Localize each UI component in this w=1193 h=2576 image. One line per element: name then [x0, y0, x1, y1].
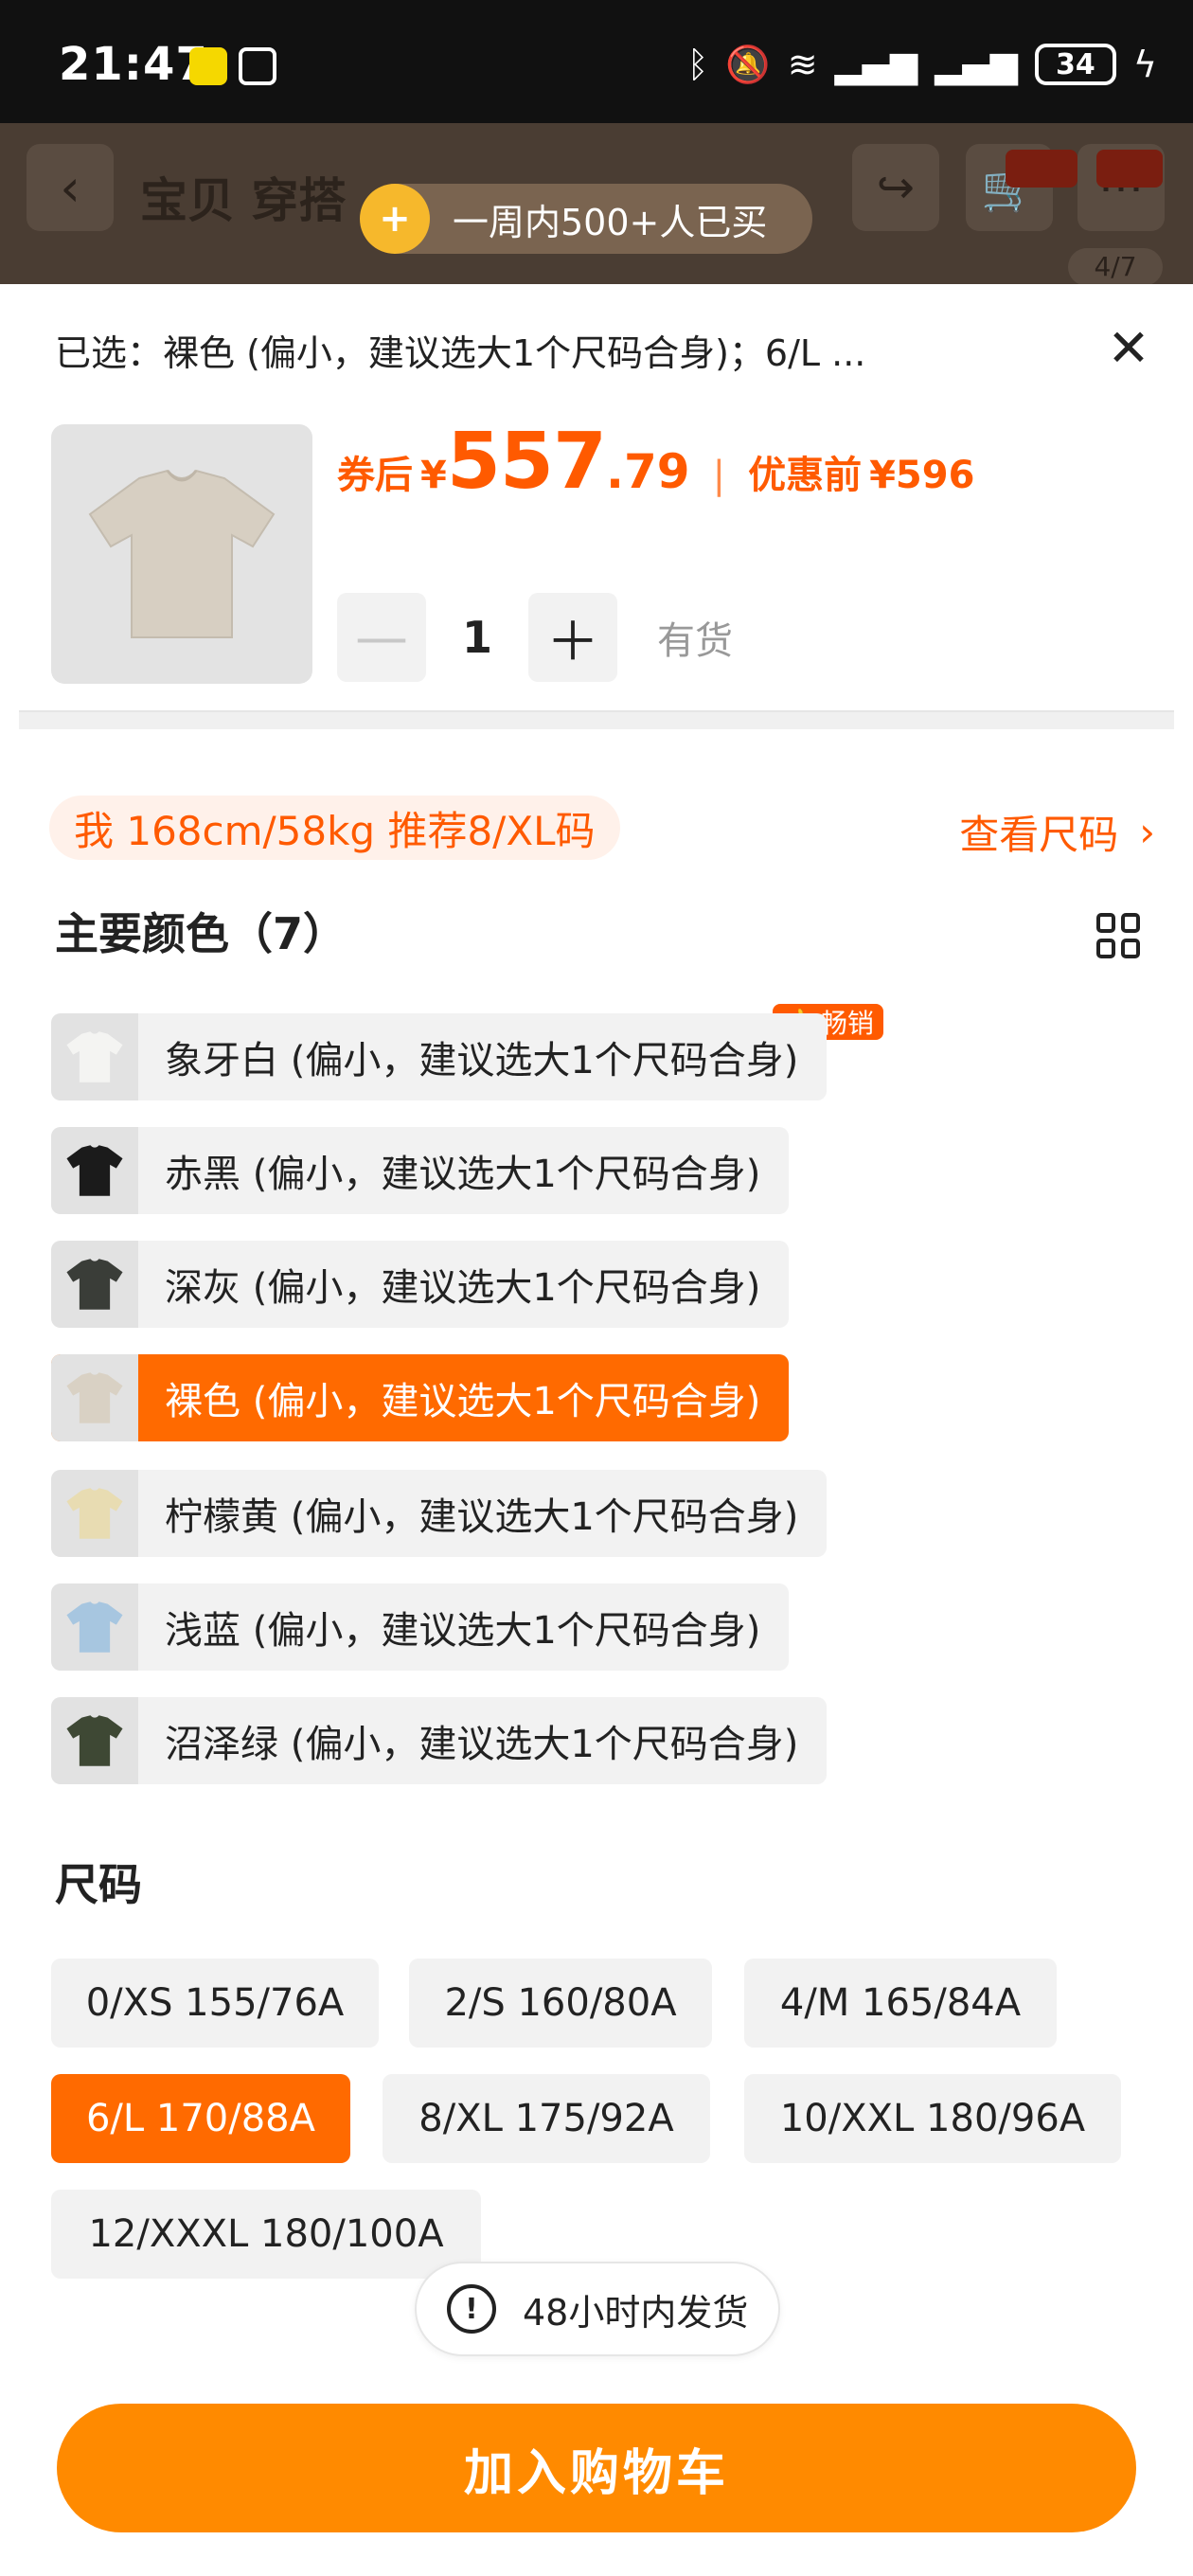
after-coupon-label: 券后 — [337, 454, 413, 497]
social-proof-text: 一周内500+人已买 — [453, 201, 768, 243]
page-tabs[interactable]: 宝贝 穿搭 — [140, 163, 346, 231]
info-icon: ! — [447, 2284, 496, 2334]
color-swatch — [51, 1354, 138, 1441]
back-button[interactable]: ‹ — [27, 144, 114, 231]
colors-section-title: 主要颜色（7） — [55, 908, 347, 959]
color-swatch — [51, 1583, 138, 1671]
color-option[interactable]: 深灰 (偏小，建议选大1个尺码合身) — [51, 1241, 790, 1328]
color-swatch — [51, 1127, 138, 1214]
price-row: 券后 ¥ 557 .79 | 优惠前 ¥596 — [337, 417, 974, 507]
color-option[interactable]: 象牙白 (偏小，建议选大1个尺码合身) — [51, 1013, 828, 1100]
add-to-cart-button[interactable]: 加入购物车 — [57, 2404, 1136, 2532]
nfc-icon — [239, 47, 276, 85]
price-decimal: .79 — [606, 444, 690, 499]
color-option[interactable]: 浅蓝 (偏小，建议选大1个尺码合身) — [51, 1583, 790, 1671]
color-option-label: 赤黑 (偏小，建议选大1个尺码合身) — [165, 1153, 761, 1196]
sku-selector-sheet: 已选：裸色 (偏小，建议选大1个尺码合身)；6/L ... ✕ 券后 ¥ 557… — [0, 284, 1193, 2576]
cart-badge — [1006, 150, 1077, 188]
color-option[interactable]: 赤黑 (偏小，建议选大1个尺码合身) — [51, 1127, 790, 1214]
signal-icon: ▂▄▆ — [834, 44, 918, 85]
close-icon[interactable]: ✕ — [1098, 318, 1159, 379]
size-chart-link[interactable]: 查看尺码 › — [959, 803, 1155, 861]
color-option-label: 深灰 (偏小，建议选大1个尺码合身) — [165, 1266, 761, 1310]
size-option[interactable]: 12/XXXL 180/100A — [51, 2190, 481, 2279]
shopping-bag-icon: + — [360, 184, 430, 254]
stock-status: 有货 — [657, 619, 733, 663]
color-option[interactable]: 沼泽绿 (偏小，建议选大1个尺码合身) — [51, 1697, 828, 1784]
increase-quantity-button[interactable]: ＋ — [528, 593, 617, 682]
decrease-quantity-button[interactable]: — — [337, 593, 426, 682]
color-option-label: 浅蓝 (偏小，建议选大1个尺码合身) — [165, 1609, 761, 1653]
divider — [19, 710, 1174, 729]
battery-icon: 34 — [1034, 44, 1116, 85]
wifi-icon: ≋ — [787, 44, 818, 85]
quantity-value[interactable]: 1 — [426, 612, 528, 663]
color-option-label: 象牙白 (偏小，建议选大1个尺码合身) — [165, 1039, 799, 1082]
color-option-label: 沼泽绿 (偏小，建议选大1个尺码合身) — [165, 1723, 799, 1766]
before-discount-price: ¥596 — [869, 454, 975, 497]
hot-seller-label: 畅销 — [820, 1008, 874, 1039]
grid-view-icon[interactable] — [1096, 913, 1142, 958]
product-thumbnail[interactable] — [51, 424, 312, 684]
price-integer: 557 — [446, 417, 607, 507]
charging-icon: ϟ — [1132, 44, 1157, 85]
size-option[interactable]: 4/M 165/84A — [744, 1959, 1057, 2048]
shipping-notice: ! 48小时内发货 — [415, 2262, 781, 2356]
color-swatch — [51, 1470, 138, 1557]
size-option[interactable]: 2/S 160/80A — [409, 1959, 712, 2048]
color-option-label: 柠檬黄 (偏小，建议选大1个尺码合身) — [165, 1495, 799, 1539]
color-option-label: 裸色 (偏小，建议选大1个尺码合身) — [165, 1380, 761, 1423]
size-option[interactable]: 0/XS 155/76A — [51, 1959, 379, 2048]
color-option[interactable]: 柠檬黄 (偏小，建议选大1个尺码合身) — [51, 1470, 828, 1557]
share-button[interactable]: ↪ — [852, 144, 939, 231]
size-option[interactable]: 8/XL 175/92A — [383, 2074, 710, 2163]
color-swatch — [51, 1241, 138, 1328]
image-counter: 4/7 — [1068, 248, 1163, 286]
social-proof-banner: + 一周内500+人已买 — [360, 184, 813, 254]
quantity-stepper: — 1 ＋ 有货 — [337, 593, 733, 682]
status-bar: 21:47 ᛒ 🔕 ≋ ▂▄▆ ▂▄▆ 34 ϟ — [0, 0, 1193, 123]
before-discount-label: 优惠前 — [748, 454, 863, 497]
color-swatch — [51, 1697, 138, 1784]
signal-icon: ▂▄▆ — [935, 44, 1018, 85]
bluetooth-icon: ᛒ — [686, 44, 709, 85]
size-option[interactable]: 10/XXL 180/96A — [744, 2074, 1121, 2163]
size-recommendation[interactable]: 我 168cm/58kg 推荐8/XL码 — [49, 796, 620, 860]
chevron-right-icon: › — [1139, 809, 1155, 855]
price-separator: | — [712, 454, 726, 497]
tshirt-image — [88, 469, 276, 638]
more-badge — [1096, 150, 1163, 188]
color-option[interactable]: 裸色 (偏小，建议选大1个尺码合身) — [51, 1354, 790, 1441]
size-chart-label: 查看尺码 — [959, 812, 1119, 858]
app-notification-icon — [189, 47, 227, 85]
shipping-notice-text: 48小时内发货 — [523, 2291, 749, 2334]
status-time: 21:47 — [59, 38, 208, 91]
size-option[interactable]: 6/L 170/88A — [51, 2074, 350, 2163]
color-swatch — [51, 1013, 138, 1100]
mute-icon: 🔕 — [725, 44, 771, 85]
selected-summary: 已选：裸色 (偏小，建议选大1个尺码合身)；6/L ... — [55, 332, 866, 374]
sizes-section-title: 尺码 — [55, 1859, 142, 1910]
currency-symbol: ¥ — [420, 454, 447, 497]
